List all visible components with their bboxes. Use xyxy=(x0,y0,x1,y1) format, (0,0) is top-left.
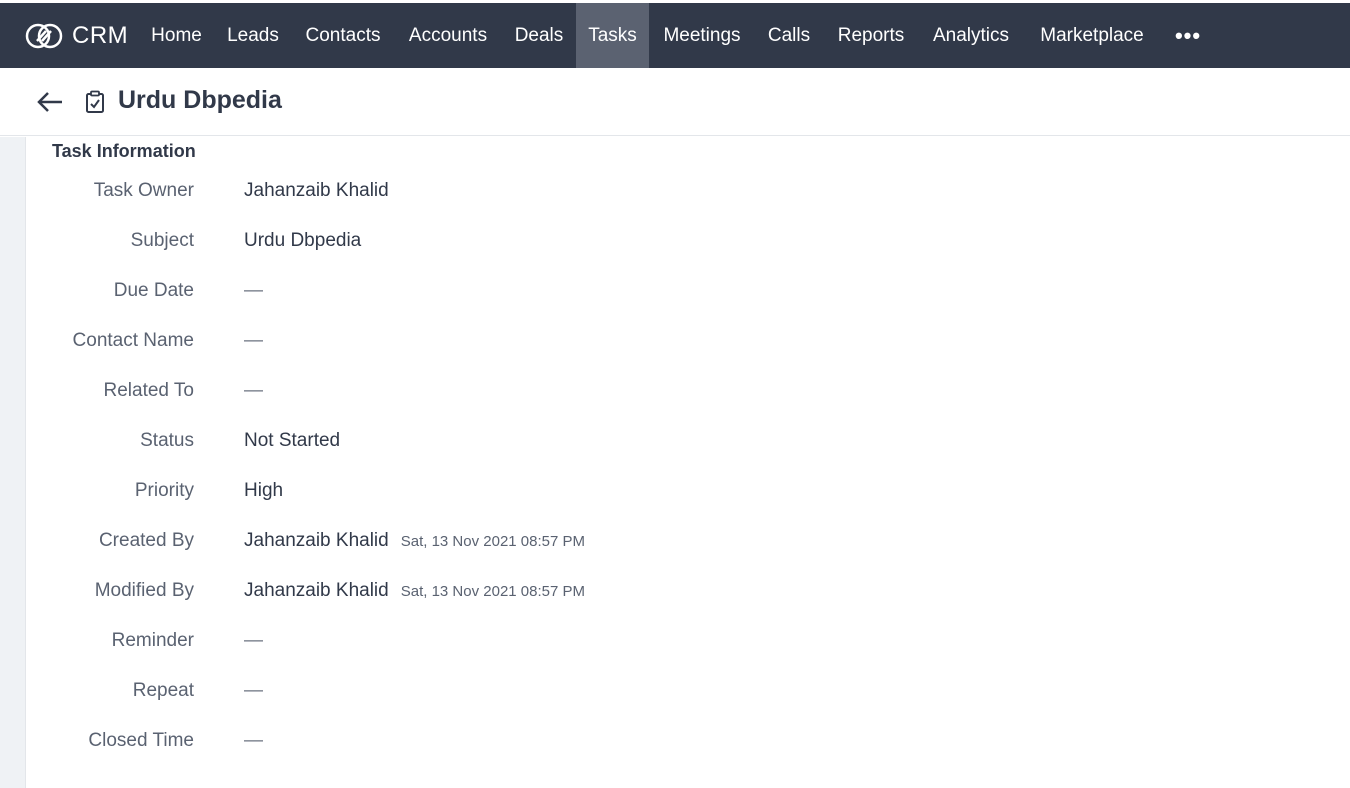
record-header: Urdu Dbpedia xyxy=(0,68,1350,136)
arrow-left-icon[interactable] xyxy=(36,90,64,114)
page-title: Urdu Dbpedia xyxy=(118,86,282,114)
field-value[interactable]: — xyxy=(244,380,263,402)
field-value[interactable]: Jahanzaib Khalid Sat, 13 Nov 2021 08:57 P… xyxy=(244,530,585,552)
crm-logo[interactable]: CRM xyxy=(24,3,128,68)
section-title: Task Information xyxy=(52,141,196,161)
field-row-modified-by: Modified By Jahanzaib Khalid Sat, 13 Nov … xyxy=(26,580,1326,610)
crm-logo-icon xyxy=(25,23,63,48)
field-row-task-owner: Task Owner Jahanzaib Khalid xyxy=(26,180,1326,210)
task-check-icon xyxy=(86,90,104,113)
field-row-reminder: Reminder — xyxy=(26,630,1326,660)
field-label: Task Owner xyxy=(93,180,194,201)
field-value[interactable]: Urdu Dbpedia xyxy=(244,230,361,252)
field-value[interactable]: — xyxy=(244,680,263,702)
field-row-subject: Subject Urdu Dbpedia xyxy=(26,230,1326,260)
nav-analytics[interactable]: Analytics xyxy=(922,3,1020,68)
field-row-priority: Priority High xyxy=(26,480,1326,510)
nav-deals[interactable]: Deals xyxy=(506,3,572,68)
field-value[interactable]: — xyxy=(244,280,263,302)
nav-accounts[interactable]: Accounts xyxy=(398,3,498,68)
field-label: Modified By xyxy=(94,580,194,601)
field-row-contact-name: Contact Name — xyxy=(26,330,1326,360)
field-label: Related To xyxy=(103,380,195,401)
field-value[interactable]: — xyxy=(244,330,263,352)
field-row-created-by: Created By Jahanzaib Khalid Sat, 13 Nov 2… xyxy=(26,530,1326,560)
field-label: Due Date xyxy=(113,280,194,301)
field-label: Status xyxy=(140,430,194,451)
timestamp: Sat, 13 Nov 2021 08:57 PM xyxy=(400,583,586,600)
field-value[interactable]: — xyxy=(244,630,263,652)
nav-calls[interactable]: Calls xyxy=(760,3,818,68)
field-row-repeat: Repeat — xyxy=(26,680,1326,710)
field-row-due-date: Due Date — xyxy=(26,280,1326,310)
nav-leads[interactable]: Leads xyxy=(218,3,288,68)
field-label: Priority xyxy=(134,480,194,501)
field-label: Created By xyxy=(98,530,194,551)
field-label: Reminder xyxy=(111,630,194,651)
nav-reports[interactable]: Reports xyxy=(828,3,914,68)
task-details: Task Information Task Owner Jahanzaib Kh… xyxy=(26,137,1350,788)
field-value[interactable]: High xyxy=(244,480,283,502)
field-value[interactable]: — xyxy=(244,730,263,752)
field-row-related-to: Related To — xyxy=(26,380,1326,410)
top-navbar: CRM Home Leads Contacts Accounts Deals T… xyxy=(0,3,1350,68)
nav-more-icon[interactable]: ••• xyxy=(1166,3,1210,68)
field-label: Repeat xyxy=(132,680,194,701)
nav-meetings[interactable]: Meetings xyxy=(654,3,750,68)
field-value[interactable]: Not Started xyxy=(244,430,340,452)
field-label: Closed Time xyxy=(88,730,194,751)
nav-contacts[interactable]: Contacts xyxy=(294,3,392,68)
nav-home[interactable]: Home xyxy=(140,3,213,68)
field-row-status: Status Not Started xyxy=(26,430,1326,460)
field-label: Subject xyxy=(130,230,194,251)
field-label: Contact Name xyxy=(72,330,194,351)
timestamp: Sat, 13 Nov 2021 08:57 PM xyxy=(400,533,586,550)
logo-text: CRM xyxy=(72,21,129,49)
field-value[interactable]: Jahanzaib Khalid xyxy=(244,180,389,202)
nav-tasks[interactable]: Tasks xyxy=(576,3,649,68)
nav-marketplace[interactable]: Marketplace xyxy=(1028,3,1156,68)
field-value[interactable]: Jahanzaib Khalid Sat, 13 Nov 2021 08:57 P… xyxy=(244,580,585,602)
field-row-closed-time: Closed Time — xyxy=(26,730,1326,760)
